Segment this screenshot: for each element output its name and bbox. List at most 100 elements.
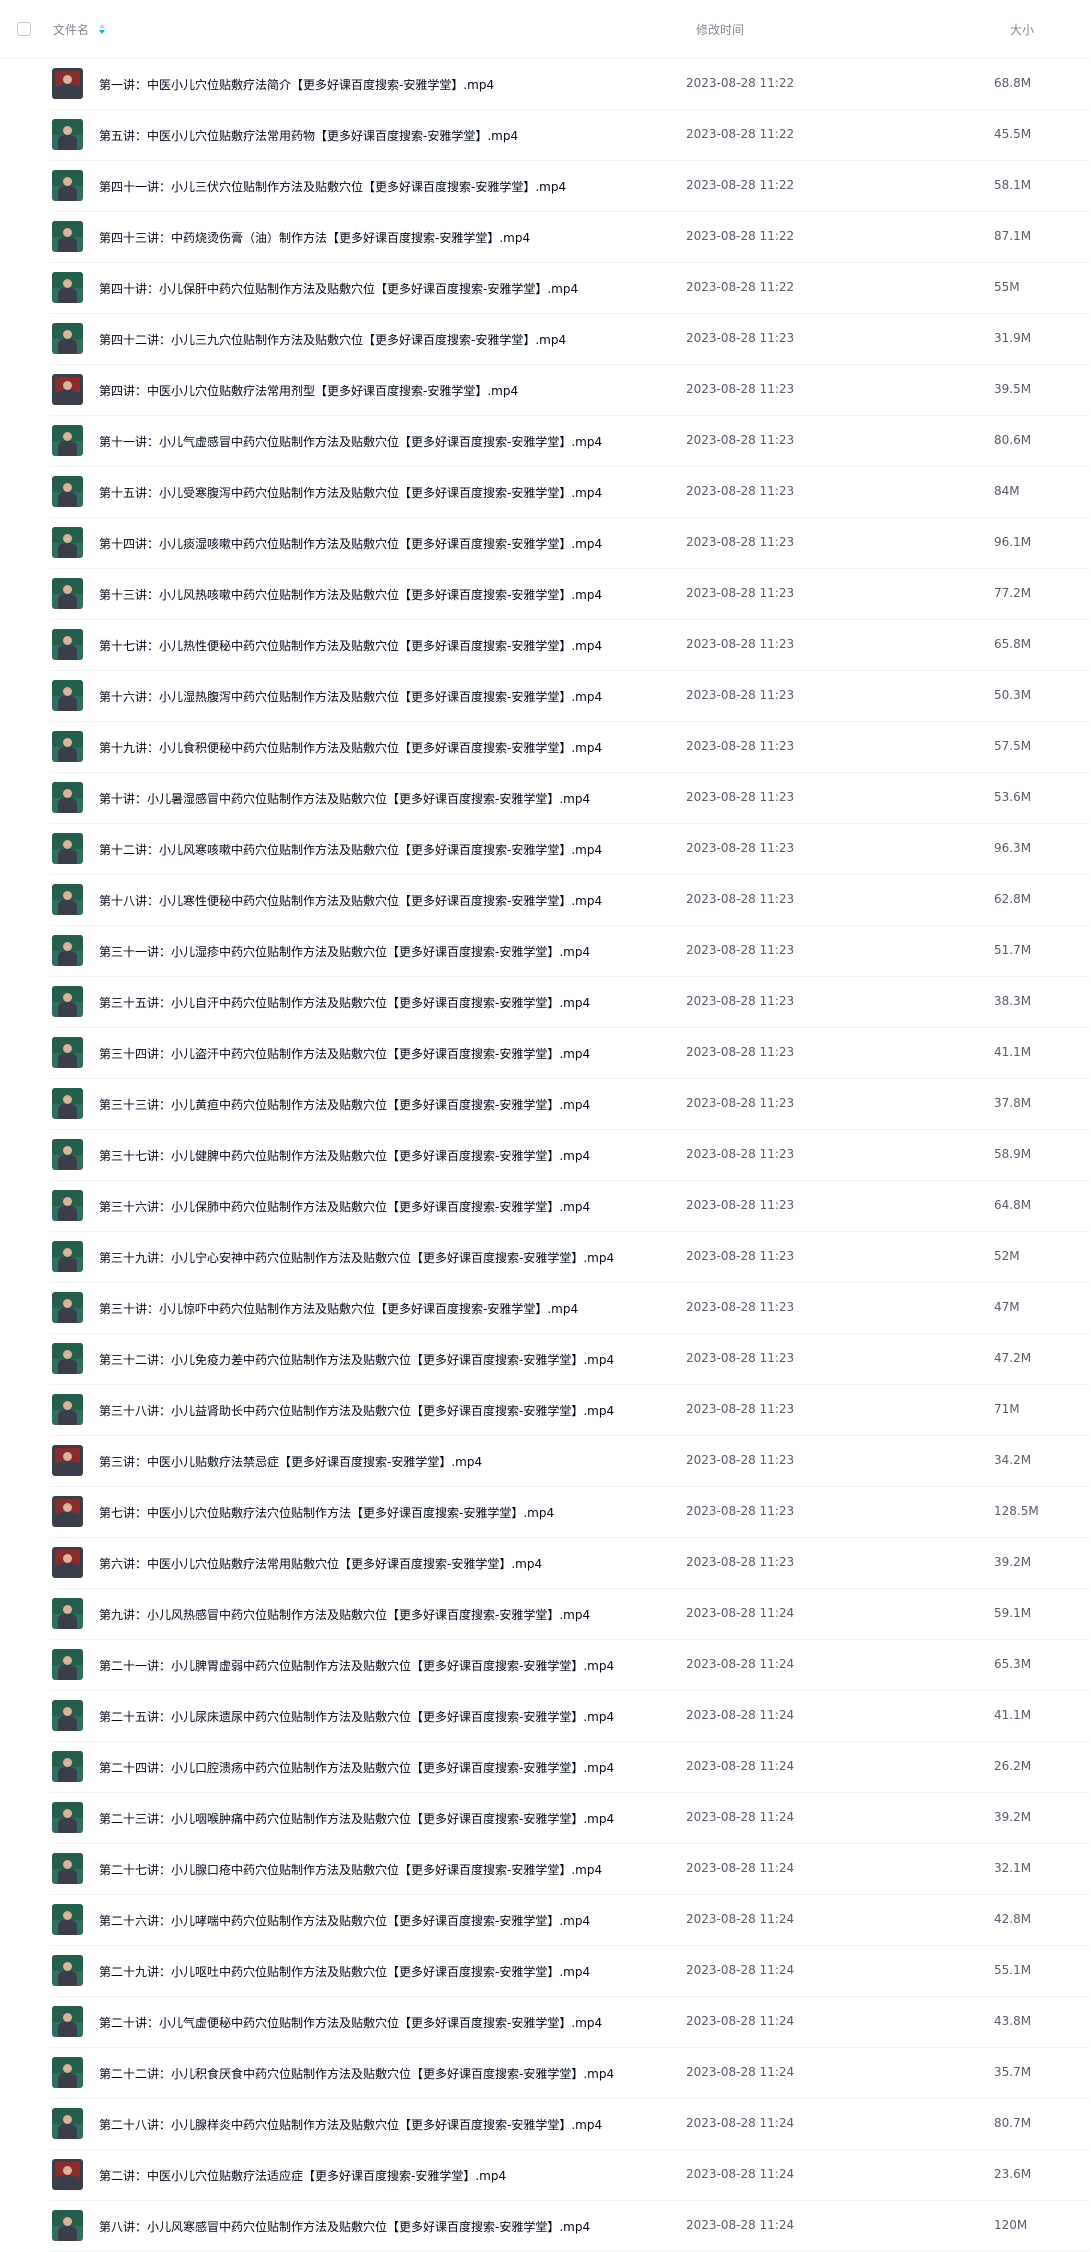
sort-icon[interactable] (98, 22, 106, 36)
file-name[interactable]: 第二十五讲：小儿尿床遗尿中药穴位贴制作方法及贴敷穴位【更多好课百度搜索-安雅学堂… (99, 1708, 614, 1725)
file-name[interactable]: 第十四讲：小儿痰湿咳嗽中药穴位贴制作方法及贴敷穴位【更多好课百度搜索-安雅学堂】… (99, 535, 602, 552)
file-row[interactable]: 第三十四讲：小儿盗汗中药穴位贴制作方法及贴敷穴位【更多好课百度搜索-安雅学堂】.… (50, 1028, 1089, 1079)
file-row[interactable]: 第九讲：小儿风热感冒中药穴位贴制作方法及贴敷穴位【更多好课百度搜索-安雅学堂】.… (50, 1589, 1089, 1640)
file-row[interactable]: 第四十二讲：小儿三九穴位贴制作方法及贴敷穴位【更多好课百度搜索-安雅学堂】.mp… (50, 314, 1089, 365)
file-row[interactable]: 第十五讲：小儿受寒腹泻中药穴位贴制作方法及贴敷穴位【更多好课百度搜索-安雅学堂】… (50, 467, 1089, 518)
file-name[interactable]: 第三十讲：小儿惊吓中药穴位贴制作方法及贴敷穴位【更多好课百度搜索-安雅学堂】.m… (99, 1300, 578, 1317)
file-name[interactable]: 第四十讲：小儿保肝中药穴位贴制作方法及贴敷穴位【更多好课百度搜索-安雅学堂】.m… (99, 280, 578, 297)
file-modified-time: 2023-08-28 11:24 (686, 2218, 795, 2232)
file-name[interactable]: 第四讲：中医小儿穴位贴敷疗法常用剂型【更多好课百度搜索-安雅学堂】.mp4 (99, 382, 518, 399)
file-row[interactable]: 第十三讲：小儿风热咳嗽中药穴位贴制作方法及贴敷穴位【更多好课百度搜索-安雅学堂】… (50, 569, 1089, 620)
file-name[interactable]: 第十八讲：小儿寒性便秘中药穴位贴制作方法及贴敷穴位【更多好课百度搜索-安雅学堂】… (99, 892, 602, 909)
file-row[interactable]: 第三十五讲：小儿自汗中药穴位贴制作方法及贴敷穴位【更多好课百度搜索-安雅学堂】.… (50, 977, 1089, 1028)
file-row[interactable]: 第三十六讲：小儿保肺中药穴位贴制作方法及贴敷穴位【更多好课百度搜索-安雅学堂】.… (50, 1181, 1089, 1232)
file-name[interactable]: 第二十二讲：小儿积食厌食中药穴位贴制作方法及贴敷穴位【更多好课百度搜索-安雅学堂… (99, 2065, 614, 2082)
file-row[interactable]: 第二十讲：小儿气虚便秘中药穴位贴制作方法及贴敷穴位【更多好课百度搜索-安雅学堂】… (50, 1997, 1089, 2048)
file-row[interactable]: 第二十六讲：小儿哮喘中药穴位贴制作方法及贴敷穴位【更多好课百度搜索-安雅学堂】.… (50, 1895, 1089, 1946)
file-row[interactable]: 第三讲：中医小儿贴敷疗法禁忌症【更多好课百度搜索-安雅学堂】.mp4 2023-0… (50, 1436, 1089, 1487)
file-row[interactable]: 第二十二讲：小儿积食厌食中药穴位贴制作方法及贴敷穴位【更多好课百度搜索-安雅学堂… (50, 2048, 1089, 2099)
file-row[interactable]: 第二十九讲：小儿呕吐中药穴位贴制作方法及贴敷穴位【更多好课百度搜索-安雅学堂】.… (50, 1946, 1089, 1997)
file-name[interactable]: 第三十四讲：小儿盗汗中药穴位贴制作方法及贴敷穴位【更多好课百度搜索-安雅学堂】.… (99, 1045, 590, 1062)
file-name[interactable]: 第十一讲：小儿气虚感冒中药穴位贴制作方法及贴敷穴位【更多好课百度搜索-安雅学堂】… (99, 433, 602, 450)
file-row[interactable]: 第十八讲：小儿寒性便秘中药穴位贴制作方法及贴敷穴位【更多好课百度搜索-安雅学堂】… (50, 875, 1089, 926)
file-row[interactable]: 第二十一讲：小儿脾胃虚弱中药穴位贴制作方法及贴敷穴位【更多好课百度搜索-安雅学堂… (50, 1640, 1089, 1691)
file-row[interactable]: 第五讲：中医小儿穴位贴敷疗法常用药物【更多好课百度搜索-安雅学堂】.mp4 202… (50, 110, 1089, 161)
file-row[interactable]: 第三十二讲：小儿免疫力差中药穴位贴制作方法及贴敷穴位【更多好课百度搜索-安雅学堂… (50, 1334, 1089, 1385)
file-row[interactable]: 第二十五讲：小儿尿床遗尿中药穴位贴制作方法及贴敷穴位【更多好课百度搜索-安雅学堂… (50, 1691, 1089, 1742)
file-row[interactable]: 第四十一讲：小儿三伏穴位贴制作方法及贴敷穴位【更多好课百度搜索-安雅学堂】.mp… (50, 161, 1089, 212)
file-name[interactable]: 第八讲：小儿风寒感冒中药穴位贴制作方法及贴敷穴位【更多好课百度搜索-安雅学堂】.… (99, 2218, 590, 2235)
file-row[interactable]: 第十六讲：小儿湿热腹泻中药穴位贴制作方法及贴敷穴位【更多好课百度搜索-安雅学堂】… (50, 671, 1089, 722)
file-row[interactable]: 第二十四讲：小儿口腔溃疡中药穴位贴制作方法及贴敷穴位【更多好课百度搜索-安雅学堂… (50, 1742, 1089, 1793)
video-thumbnail (52, 1292, 83, 1323)
file-name[interactable]: 第九讲：小儿风热感冒中药穴位贴制作方法及贴敷穴位【更多好课百度搜索-安雅学堂】.… (99, 1606, 590, 1623)
file-name[interactable]: 第二十四讲：小儿口腔溃疡中药穴位贴制作方法及贴敷穴位【更多好课百度搜索-安雅学堂… (99, 1759, 614, 1776)
file-name[interactable]: 第三十七讲：小儿健脾中药穴位贴制作方法及贴敷穴位【更多好课百度搜索-安雅学堂】.… (99, 1147, 590, 1164)
file-name[interactable]: 第十六讲：小儿湿热腹泻中药穴位贴制作方法及贴敷穴位【更多好课百度搜索-安雅学堂】… (99, 688, 602, 705)
file-name[interactable]: 第三十五讲：小儿自汗中药穴位贴制作方法及贴敷穴位【更多好课百度搜索-安雅学堂】.… (99, 994, 590, 1011)
file-row[interactable]: 第六讲：中医小儿穴位贴敷疗法常用贴敷穴位【更多好课百度搜索-安雅学堂】.mp4 2… (50, 1538, 1089, 1589)
file-row[interactable]: 第十一讲：小儿气虚感冒中药穴位贴制作方法及贴敷穴位【更多好课百度搜索-安雅学堂】… (50, 416, 1089, 467)
file-name[interactable]: 第十七讲：小儿热性便秘中药穴位贴制作方法及贴敷穴位【更多好课百度搜索-安雅学堂】… (99, 637, 602, 654)
file-name[interactable]: 第三十九讲：小儿宁心安神中药穴位贴制作方法及贴敷穴位【更多好课百度搜索-安雅学堂… (99, 1249, 614, 1266)
file-name[interactable]: 第二十三讲：小儿咽喉肿痛中药穴位贴制作方法及贴敷穴位【更多好课百度搜索-安雅学堂… (99, 1810, 614, 1827)
file-name[interactable]: 第二十六讲：小儿哮喘中药穴位贴制作方法及贴敷穴位【更多好课百度搜索-安雅学堂】.… (99, 1912, 590, 1929)
file-name[interactable]: 第四十三讲：中药烧烫伤膏（油）制作方法【更多好课百度搜索-安雅学堂】.mp4 (99, 229, 530, 246)
file-name[interactable]: 第二十八讲：小儿腺样炎中药穴位贴制作方法及贴敷穴位【更多好课百度搜索-安雅学堂】… (99, 2116, 602, 2133)
file-row[interactable]: 第三十三讲：小儿黄疸中药穴位贴制作方法及贴敷穴位【更多好课百度搜索-安雅学堂】.… (50, 1079, 1089, 1130)
file-name[interactable]: 第一讲：中医小儿穴位贴敷疗法简介【更多好课百度搜索-安雅学堂】.mp4 (99, 76, 494, 93)
file-size: 58.1M (994, 178, 1032, 192)
file-size: 47.2M (994, 1351, 1032, 1365)
file-modified-time: 2023-08-28 11:22 (686, 76, 795, 90)
file-name[interactable]: 第二讲：中医小儿穴位贴敷疗法适应症【更多好课百度搜索-安雅学堂】.mp4 (99, 2167, 506, 2184)
select-all-checkbox[interactable] (17, 22, 31, 36)
file-name[interactable]: 第三十八讲：小儿益肾助长中药穴位贴制作方法及贴敷穴位【更多好课百度搜索-安雅学堂… (99, 1402, 614, 1419)
file-size: 39.2M (994, 1810, 1032, 1824)
file-name[interactable]: 第三十二讲：小儿免疫力差中药穴位贴制作方法及贴敷穴位【更多好课百度搜索-安雅学堂… (99, 1351, 614, 1368)
file-name[interactable]: 第四十一讲：小儿三伏穴位贴制作方法及贴敷穴位【更多好课百度搜索-安雅学堂】.mp… (99, 178, 566, 195)
file-name[interactable]: 第四十二讲：小儿三九穴位贴制作方法及贴敷穴位【更多好课百度搜索-安雅学堂】.mp… (99, 331, 566, 348)
file-name[interactable]: 第二十讲：小儿气虚便秘中药穴位贴制作方法及贴敷穴位【更多好课百度搜索-安雅学堂】… (99, 2014, 602, 2031)
file-row[interactable]: 第二十八讲：小儿腺样炎中药穴位贴制作方法及贴敷穴位【更多好课百度搜索-安雅学堂】… (50, 2099, 1089, 2150)
file-row[interactable]: 第三十一讲：小儿湿疹中药穴位贴制作方法及贴敷穴位【更多好课百度搜索-安雅学堂】.… (50, 926, 1089, 977)
file-row[interactable]: 第二十三讲：小儿咽喉肿痛中药穴位贴制作方法及贴敷穴位【更多好课百度搜索-安雅学堂… (50, 1793, 1089, 1844)
file-row[interactable]: 第十讲：小儿暑湿感冒中药穴位贴制作方法及贴敷穴位【更多好课百度搜索-安雅学堂】.… (50, 773, 1089, 824)
file-size: 26.2M (994, 1759, 1032, 1773)
file-row[interactable]: 第一讲：中医小儿穴位贴敷疗法简介【更多好课百度搜索-安雅学堂】.mp4 2023-… (50, 59, 1089, 110)
file-row[interactable]: 第三十讲：小儿惊吓中药穴位贴制作方法及贴敷穴位【更多好课百度搜索-安雅学堂】.m… (50, 1283, 1089, 1334)
file-name[interactable]: 第二十九讲：小儿呕吐中药穴位贴制作方法及贴敷穴位【更多好课百度搜索-安雅学堂】.… (99, 1963, 590, 1980)
file-modified-time: 2023-08-28 11:22 (686, 178, 795, 192)
file-row[interactable]: 第十七讲：小儿热性便秘中药穴位贴制作方法及贴敷穴位【更多好课百度搜索-安雅学堂】… (50, 620, 1089, 671)
file-name[interactable]: 第十二讲：小儿风寒咳嗽中药穴位贴制作方法及贴敷穴位【更多好课百度搜索-安雅学堂】… (99, 841, 602, 858)
file-row[interactable]: 第十四讲：小儿痰湿咳嗽中药穴位贴制作方法及贴敷穴位【更多好课百度搜索-安雅学堂】… (50, 518, 1089, 569)
file-row[interactable]: 第三十九讲：小儿宁心安神中药穴位贴制作方法及贴敷穴位【更多好课百度搜索-安雅学堂… (50, 1232, 1089, 1283)
file-row[interactable]: 第二十七讲：小儿腺口疮中药穴位贴制作方法及贴敷穴位【更多好课百度搜索-安雅学堂】… (50, 1844, 1089, 1895)
file-row[interactable]: 第三十七讲：小儿健脾中药穴位贴制作方法及贴敷穴位【更多好课百度搜索-安雅学堂】.… (50, 1130, 1089, 1181)
file-name[interactable]: 第三讲：中医小儿贴敷疗法禁忌症【更多好课百度搜索-安雅学堂】.mp4 (99, 1453, 482, 1470)
file-row[interactable]: 第二讲：中医小儿穴位贴敷疗法适应症【更多好课百度搜索-安雅学堂】.mp4 2023… (50, 2150, 1089, 2201)
file-name[interactable]: 第十九讲：小儿食积便秘中药穴位贴制作方法及贴敷穴位【更多好课百度搜索-安雅学堂】… (99, 739, 602, 756)
file-row[interactable]: 第三十八讲：小儿益肾助长中药穴位贴制作方法及贴敷穴位【更多好课百度搜索-安雅学堂… (50, 1385, 1089, 1436)
file-name[interactable]: 第七讲：中医小儿穴位贴敷疗法穴位贴制作方法【更多好课百度搜索-安雅学堂】.mp4 (99, 1504, 554, 1521)
file-name[interactable]: 第二十七讲：小儿腺口疮中药穴位贴制作方法及贴敷穴位【更多好课百度搜索-安雅学堂】… (99, 1861, 602, 1878)
file-row[interactable]: 第四十三讲：中药烧烫伤膏（油）制作方法【更多好课百度搜索-安雅学堂】.mp4 20… (50, 212, 1089, 263)
file-row[interactable]: 第四十讲：小儿保肝中药穴位贴制作方法及贴敷穴位【更多好课百度搜索-安雅学堂】.m… (50, 263, 1089, 314)
file-name[interactable]: 第十三讲：小儿风热咳嗽中药穴位贴制作方法及贴敷穴位【更多好课百度搜索-安雅学堂】… (99, 586, 602, 603)
column-header-name[interactable]: 文件名 (53, 21, 89, 38)
file-row[interactable]: 第十九讲：小儿食积便秘中药穴位贴制作方法及贴敷穴位【更多好课百度搜索-安雅学堂】… (50, 722, 1089, 773)
file-name[interactable]: 第十讲：小儿暑湿感冒中药穴位贴制作方法及贴敷穴位【更多好课百度搜索-安雅学堂】.… (99, 790, 590, 807)
column-header-size[interactable]: 大小 (1010, 21, 1034, 38)
file-row[interactable]: 第七讲：中医小儿穴位贴敷疗法穴位贴制作方法【更多好课百度搜索-安雅学堂】.mp4… (50, 1487, 1089, 1538)
file-name[interactable]: 第三十三讲：小儿黄疸中药穴位贴制作方法及贴敷穴位【更多好课百度搜索-安雅学堂】.… (99, 1096, 590, 1113)
file-name[interactable]: 第二十一讲：小儿脾胃虚弱中药穴位贴制作方法及贴敷穴位【更多好课百度搜索-安雅学堂… (99, 1657, 614, 1674)
file-name[interactable]: 第十五讲：小儿受寒腹泻中药穴位贴制作方法及贴敷穴位【更多好课百度搜索-安雅学堂】… (99, 484, 602, 501)
file-name[interactable]: 第五讲：中医小儿穴位贴敷疗法常用药物【更多好课百度搜索-安雅学堂】.mp4 (99, 127, 518, 144)
file-name[interactable]: 第六讲：中医小儿穴位贴敷疗法常用贴敷穴位【更多好课百度搜索-安雅学堂】.mp4 (99, 1555, 542, 1572)
file-row[interactable]: 第四讲：中医小儿穴位贴敷疗法常用剂型【更多好课百度搜索-安雅学堂】.mp4 202… (50, 365, 1089, 416)
file-name[interactable]: 第三十六讲：小儿保肺中药穴位贴制作方法及贴敷穴位【更多好课百度搜索-安雅学堂】.… (99, 1198, 590, 1215)
file-row[interactable]: 第十二讲：小儿风寒咳嗽中药穴位贴制作方法及贴敷穴位【更多好课百度搜索-安雅学堂】… (50, 824, 1089, 875)
file-modified-time: 2023-08-28 11:23 (686, 1300, 795, 1314)
file-name[interactable]: 第三十一讲：小儿湿疹中药穴位贴制作方法及贴敷穴位【更多好课百度搜索-安雅学堂】.… (99, 943, 590, 960)
column-header-time[interactable]: 修改时间 (696, 21, 744, 38)
file-row[interactable]: 第八讲：小儿风寒感冒中药穴位贴制作方法及贴敷穴位【更多好课百度搜索-安雅学堂】.… (50, 2201, 1089, 2252)
